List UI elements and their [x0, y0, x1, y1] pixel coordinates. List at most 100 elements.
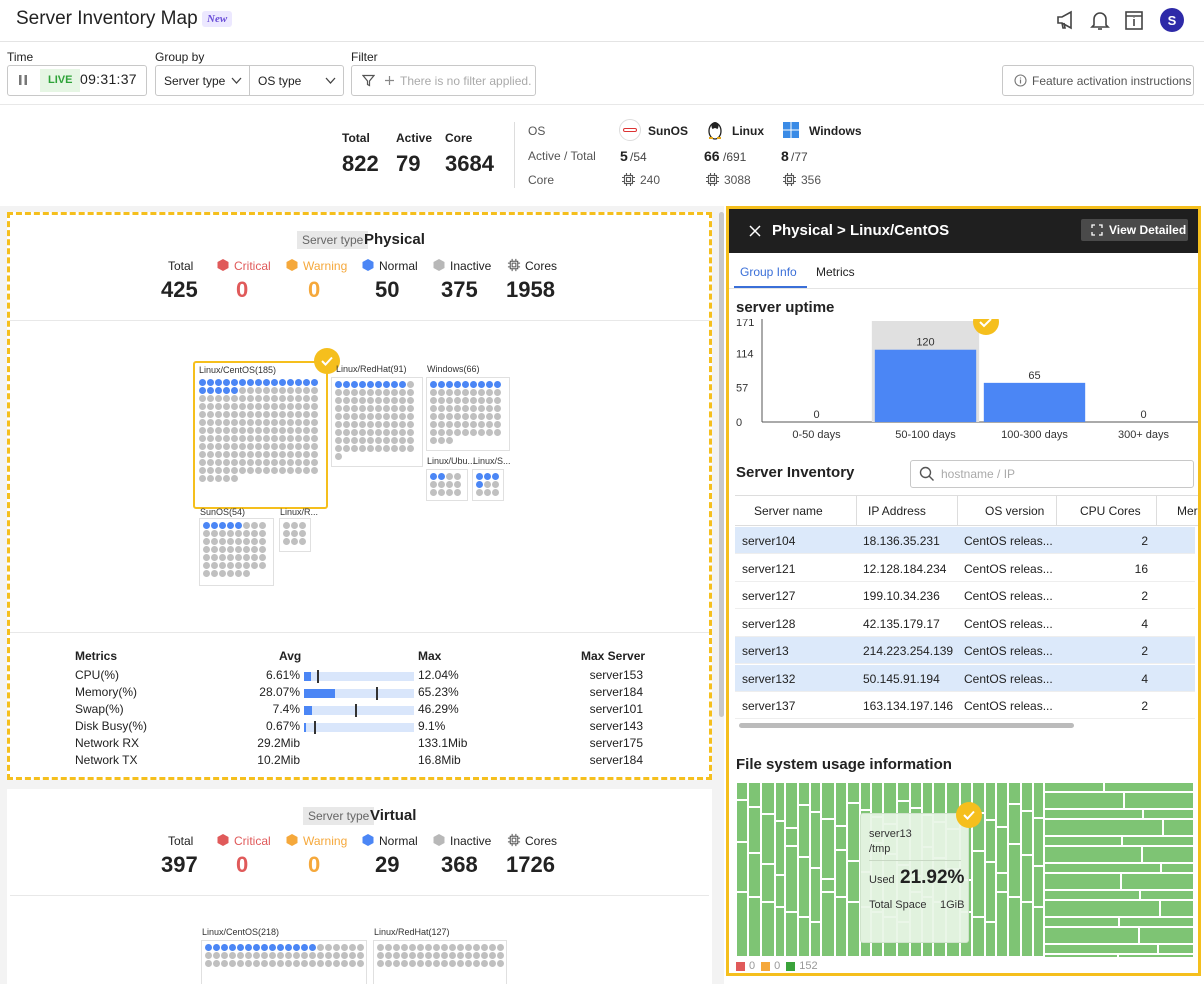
server-dot[interactable]	[473, 944, 480, 951]
server-dot[interactable]	[391, 381, 398, 388]
server-dot[interactable]	[251, 546, 258, 553]
server-dot[interactable]	[259, 522, 266, 529]
server-dot[interactable]	[430, 429, 437, 436]
server-dot[interactable]	[383, 437, 390, 444]
server-dot[interactable]	[383, 413, 390, 420]
server-dot[interactable]	[441, 952, 448, 959]
server-dot[interactable]	[271, 451, 278, 458]
table-row[interactable]: server127 199.10.34.236 CentOS releas...…	[735, 582, 1195, 609]
server-dot[interactable]	[213, 952, 220, 959]
server-group-sunos[interactable]: SunOS(54)	[199, 507, 274, 586]
table-row[interactable]: server104 18.136.35.231 CentOS releas...…	[735, 527, 1195, 554]
server-dot[interactable]	[287, 451, 294, 458]
server-dot[interactable]	[235, 570, 242, 577]
fs-tile[interactable]	[1119, 917, 1194, 927]
server-dot[interactable]	[211, 570, 218, 577]
server-dot[interactable]	[277, 960, 284, 967]
server-dot[interactable]	[438, 473, 445, 480]
fs-tile[interactable]	[736, 892, 748, 957]
server-dot[interactable]	[303, 419, 310, 426]
server-dot[interactable]	[391, 437, 398, 444]
fs-tile[interactable]	[1008, 804, 1021, 844]
server-dot[interactable]	[211, 530, 218, 537]
server-dot[interactable]	[303, 467, 310, 474]
server-dot[interactable]	[255, 419, 262, 426]
server-dot[interactable]	[303, 411, 310, 418]
fs-tile[interactable]	[785, 828, 798, 846]
server-dot[interactable]	[494, 381, 501, 388]
server-dot[interactable]	[211, 562, 218, 569]
fs-tile[interactable]	[972, 851, 985, 917]
server-dot[interactable]	[247, 387, 254, 394]
server-group-windows[interactable]: Windows(66)	[426, 364, 510, 451]
server-group-ubuntu[interactable]: Linux/Ubu...	[426, 456, 475, 501]
server-dot[interactable]	[203, 538, 210, 545]
uptime-bar[interactable]	[983, 382, 1086, 422]
server-dot[interactable]	[351, 405, 358, 412]
server-dot[interactable]	[295, 395, 302, 402]
server-dot[interactable]	[486, 429, 493, 436]
server-dot[interactable]	[417, 944, 424, 951]
fs-tile[interactable]	[1044, 954, 1118, 957]
server-dot[interactable]	[430, 421, 437, 428]
tab-group-info[interactable]: Group Info	[740, 265, 797, 279]
server-dot[interactable]	[279, 427, 286, 434]
server-dot[interactable]	[251, 562, 258, 569]
server-dot[interactable]	[430, 437, 437, 444]
server-dot[interactable]	[492, 489, 499, 496]
fs-tile[interactable]	[1033, 907, 1044, 957]
scrollbar[interactable]	[719, 212, 724, 717]
server-dot[interactable]	[223, 475, 230, 482]
fs-tile[interactable]	[1158, 944, 1194, 954]
server-dot[interactable]	[385, 944, 392, 951]
server-dot[interactable]	[271, 467, 278, 474]
server-dot[interactable]	[247, 435, 254, 442]
fs-tile[interactable]	[775, 821, 785, 875]
server-dot[interactable]	[219, 522, 226, 529]
server-dot[interactable]	[229, 960, 236, 967]
server-dot[interactable]	[287, 395, 294, 402]
server-dot[interactable]	[438, 389, 445, 396]
server-dot[interactable]	[229, 944, 236, 951]
fs-tile[interactable]	[1033, 782, 1044, 818]
server-dot[interactable]	[231, 411, 238, 418]
server-dot[interactable]	[207, 419, 214, 426]
server-dot[interactable]	[351, 413, 358, 420]
server-dot[interactable]	[231, 395, 238, 402]
server-dot[interactable]	[261, 952, 268, 959]
fs-tile[interactable]	[996, 782, 1008, 827]
server-dot[interactable]	[245, 960, 252, 967]
server-dot[interactable]	[303, 459, 310, 466]
server-dot[interactable]	[409, 960, 416, 967]
server-dot[interactable]	[325, 944, 332, 951]
server-dot[interactable]	[383, 381, 390, 388]
server-dot[interactable]	[239, 411, 246, 418]
server-dot[interactable]	[484, 489, 491, 496]
server-dot[interactable]	[399, 429, 406, 436]
server-dot[interactable]	[247, 379, 254, 386]
server-dot[interactable]	[283, 538, 290, 545]
server-group-centos[interactable]: Linux/CentOS(185)	[193, 361, 328, 509]
server-dot[interactable]	[393, 944, 400, 951]
server-dot[interactable]	[215, 379, 222, 386]
server-dot[interactable]	[367, 381, 374, 388]
server-dot[interactable]	[399, 413, 406, 420]
fs-tile[interactable]	[1008, 897, 1021, 957]
server-dot[interactable]	[407, 397, 414, 404]
fs-tile[interactable]	[798, 857, 810, 917]
server-dot[interactable]	[239, 427, 246, 434]
server-dot[interactable]	[470, 429, 477, 436]
server-dot[interactable]	[351, 445, 358, 452]
server-dot[interactable]	[237, 944, 244, 951]
server-dot[interactable]	[383, 389, 390, 396]
server-dot[interactable]	[377, 944, 384, 951]
server-dot[interactable]	[205, 952, 212, 959]
server-dot[interactable]	[253, 952, 260, 959]
server-dot[interactable]	[359, 413, 366, 420]
server-dot[interactable]	[486, 389, 493, 396]
fs-tile[interactable]	[985, 862, 996, 922]
fs-tile[interactable]	[785, 912, 798, 957]
server-dot[interactable]	[303, 395, 310, 402]
server-dot[interactable]	[449, 944, 456, 951]
server-dot[interactable]	[430, 381, 437, 388]
